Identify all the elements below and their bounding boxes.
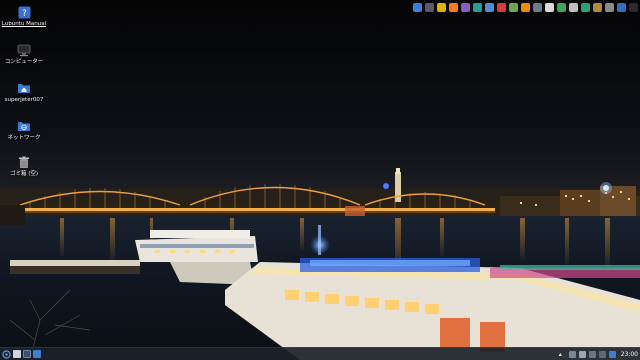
clipboard-icon[interactable] xyxy=(588,350,596,358)
vlc-icon[interactable] xyxy=(521,2,530,12)
svg-text:?: ? xyxy=(22,9,27,19)
media-player-icon[interactable] xyxy=(497,2,506,12)
photo-app-icon[interactable] xyxy=(485,2,494,12)
file-manager-icon xyxy=(33,350,41,358)
home-folder-icon xyxy=(17,81,31,95)
remote-desktop-icon[interactable] xyxy=(617,2,626,12)
desktop-icon-manual[interactable]: ? Lubuntu Manual xyxy=(2,5,46,28)
desktop-icon-label: ゴミ箱 (空) xyxy=(9,171,39,177)
taskbar-app-file-manager[interactable] xyxy=(33,349,41,359)
show-desktop-icon xyxy=(13,350,21,358)
desktop-icon-computer[interactable]: コンピューター xyxy=(2,43,46,66)
volume-icon[interactable] xyxy=(578,350,586,358)
network-status-icon[interactable] xyxy=(568,350,576,358)
desktop-icon-label: superjeter007 xyxy=(4,97,44,103)
presentation-icon[interactable] xyxy=(569,2,578,12)
workspace-icon xyxy=(23,350,31,358)
spreadsheet-icon[interactable] xyxy=(557,2,566,12)
lubuntu-logo-icon xyxy=(2,349,11,359)
battery-icon[interactable] xyxy=(598,350,606,358)
trash-icon xyxy=(17,155,31,169)
desktop-wallpaper xyxy=(0,0,640,360)
update-notifier-icon[interactable] xyxy=(608,350,616,358)
document-icon[interactable] xyxy=(545,2,554,12)
desktop-icon-network[interactable]: ネットワーク xyxy=(2,119,46,142)
desktop-icon-label: ネットワーク xyxy=(7,135,41,141)
workspace-switcher[interactable] xyxy=(23,349,31,359)
file-manager-icon[interactable] xyxy=(413,2,422,12)
quick-launch-bar xyxy=(413,0,638,14)
torrent-icon[interactable] xyxy=(509,2,518,12)
help-manual-icon: ? xyxy=(17,5,31,19)
desktop-icon-label: コンピューター xyxy=(4,59,44,65)
clock[interactable]: 23:00 xyxy=(621,351,638,358)
desktop-icon-home[interactable]: superjeter007 xyxy=(2,81,46,104)
chevron-up-icon[interactable]: ▴ xyxy=(559,351,566,358)
archive-icon[interactable] xyxy=(593,2,602,12)
show-desktop-button[interactable] xyxy=(13,349,21,359)
firefox-icon[interactable] xyxy=(449,2,458,12)
system-tray: ▴ 23:00 xyxy=(559,348,638,360)
mail-icon[interactable] xyxy=(425,2,434,12)
desktop-icon-trash[interactable]: ゴミ箱 (空) xyxy=(2,155,46,178)
desktop-icon-label: Lubuntu Manual xyxy=(1,21,47,27)
shield-icon[interactable] xyxy=(581,2,590,12)
computer-icon xyxy=(17,43,31,57)
taskbar: ▴ 23:00 xyxy=(0,347,640,360)
chrome-icon[interactable] xyxy=(437,2,446,12)
network-icon xyxy=(17,119,31,133)
image-viewer-icon[interactable] xyxy=(473,2,482,12)
terminal-icon[interactable] xyxy=(629,2,638,12)
pidgin-icon[interactable] xyxy=(461,2,470,12)
system-settings-icon[interactable] xyxy=(605,2,614,12)
text-editor-icon[interactable] xyxy=(533,2,542,12)
start-menu-button[interactable] xyxy=(2,349,11,359)
